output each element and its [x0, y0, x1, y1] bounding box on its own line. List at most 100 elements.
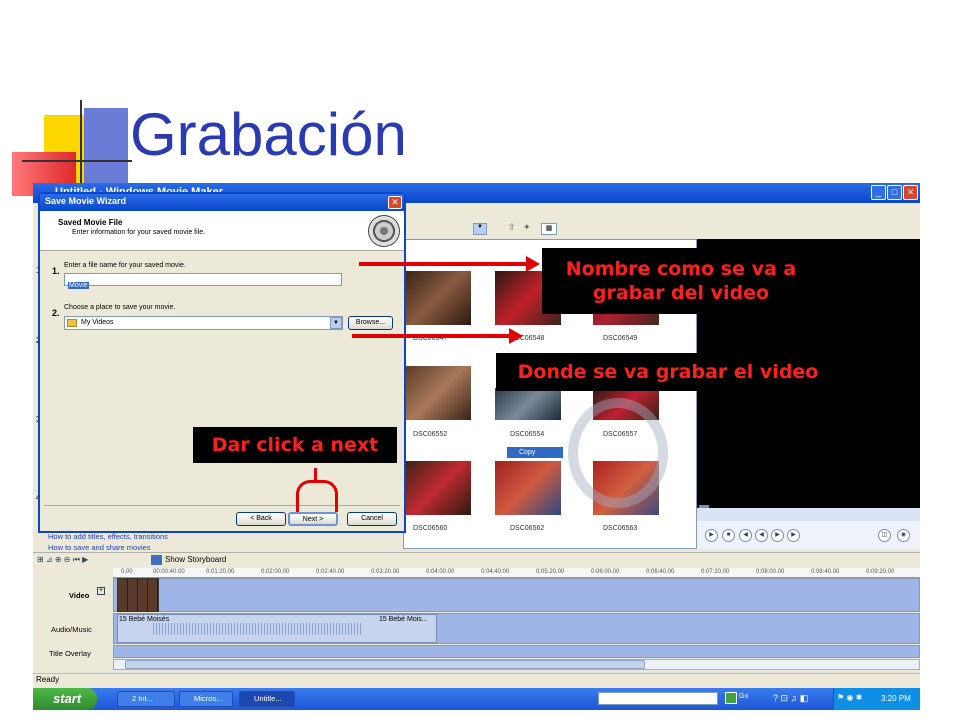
ruler-tick: 0:07:20.00 — [701, 569, 730, 575]
filename-value: Movie — [68, 282, 89, 289]
thumbnail-image[interactable] — [495, 388, 561, 420]
preview-seek-bar[interactable] — [697, 508, 920, 521]
status-bar — [33, 673, 920, 688]
video-track[interactable] — [113, 578, 920, 612]
ruler-tick: 0:06:00.00 — [591, 569, 620, 575]
ruler-tick: 0:06:40.00 — [646, 569, 675, 575]
ruler-tick: 0:08:00.00 — [756, 569, 785, 575]
cancel-button[interactable]: Cancel — [347, 512, 397, 526]
track-label-video: Video — [69, 591, 90, 600]
back-button[interactable]: < Back — [236, 512, 286, 526]
dialog-heading: Saved Movie File — [58, 218, 123, 227]
rewind-icon[interactable]: ◀ — [739, 529, 752, 542]
tray-icons[interactable]: ⚑ ◉ ✱ — [837, 693, 862, 702]
taskbar-item[interactable]: Micros... — [179, 691, 233, 707]
annotation-arrow-head — [526, 256, 540, 272]
dialog-title: Save Movie Wizard — [45, 196, 126, 206]
new-folder-icon[interactable]: ✦ — [523, 222, 531, 233]
audio-clip-label: 15 Bebé Moisés — [119, 616, 170, 623]
audio-waveform — [153, 623, 363, 635]
callout-next: Dar click a next — [193, 427, 397, 463]
collections-dropdown[interactable]: ▼ — [473, 223, 487, 235]
ruler-tick: 0:08:40.00 — [811, 569, 840, 575]
taskbar-clock: 3:20 PM — [881, 694, 911, 703]
track-label-audio: Audio/Music — [51, 625, 92, 634]
previous-frame-icon[interactable]: ◀ — [755, 529, 768, 542]
expand-video-track-icon[interactable]: + — [97, 587, 105, 595]
ruler-tick: 0:05:20.00 — [536, 569, 565, 575]
annotation-arrow — [352, 334, 510, 338]
status-text: Ready — [36, 675, 60, 684]
thumbnail-label: DSC06562 — [510, 525, 545, 532]
storyboard-icon[interactable] — [151, 555, 162, 565]
thumbnail-label: DSC06554 — [510, 431, 545, 438]
annotation-arrow — [359, 262, 527, 266]
stop-icon[interactable]: ■ — [722, 529, 735, 542]
title-overlay-track[interactable] — [113, 645, 920, 658]
annotation-arrow-head — [509, 328, 523, 344]
annotation-brace — [296, 480, 338, 512]
dialog-separator — [44, 505, 400, 506]
tasks-link-save[interactable]: How to save and share movies — [48, 543, 151, 552]
timeline-scrollbar-thumb[interactable] — [125, 660, 645, 669]
film-reel-watermark-icon — [568, 398, 668, 508]
thumbnail-image[interactable] — [405, 366, 471, 420]
dialog-subheading: Enter information for your saved movie f… — [72, 229, 206, 236]
film-reel-icon — [368, 215, 400, 247]
filename-input[interactable]: Movie — [64, 273, 342, 289]
go-arrow-icon[interactable] — [725, 692, 737, 704]
folder-icon — [67, 319, 77, 327]
slide-decoration-line — [22, 160, 132, 162]
up-folder-icon[interactable]: ⇧ — [508, 222, 516, 233]
thumbnail-label: DSC06552 — [413, 431, 448, 438]
timeline-tools-icon[interactable]: ⊞ ⊿ ⊕ ⊖ ⏮ ▶ — [37, 555, 88, 565]
forward-icon[interactable]: ▶ — [787, 529, 800, 542]
ruler-tick: 0:01:20.00 — [206, 569, 235, 575]
quick-launch-icons[interactable]: ? ⊡ ♫ ◧ — [773, 693, 808, 704]
ruler-tick: 0:02:40.00 — [316, 569, 345, 575]
show-storyboard-button[interactable]: Show Storyboard — [165, 555, 226, 564]
go-button[interactable]: Go — [739, 693, 748, 700]
snapshot-icon[interactable]: ◉ — [897, 529, 910, 542]
slide-decoration-line — [80, 100, 82, 195]
maximize-button[interactable]: □ — [887, 185, 902, 200]
dialog-close-icon[interactable]: ✕ — [388, 196, 402, 209]
ruler-tick: 0:03:20.00 — [371, 569, 400, 575]
callout-filename: Nombre como se va a grabar del video — [542, 248, 820, 314]
chevron-down-icon[interactable]: ▼ — [330, 317, 342, 329]
taskbar-item[interactable]: 2 Int... — [117, 691, 175, 707]
thumbnail-image[interactable] — [405, 271, 471, 325]
ruler-tick: 0:04:00.00 — [426, 569, 455, 575]
view-icon[interactable]: ▦ — [541, 223, 557, 235]
close-button[interactable]: ✕ — [903, 185, 918, 200]
next-button[interactable]: Next > — [288, 512, 338, 526]
ruler-tick: 00:00:40.00 — [153, 569, 185, 575]
start-button[interactable]: start — [33, 688, 97, 710]
step-number: 1. — [52, 266, 60, 276]
thumbnail-image[interactable] — [495, 461, 561, 515]
ruler-tick: 0:02:00.00 — [261, 569, 290, 575]
ruler-tick: 0.00 — [121, 569, 133, 575]
video-clip[interactable] — [117, 578, 159, 612]
browse-button[interactable]: Browse... — [348, 316, 393, 330]
split-icon[interactable]: ◫ — [878, 529, 891, 542]
step-number: 2. — [52, 308, 60, 318]
play-icon[interactable]: ▶ — [705, 529, 718, 542]
taskbar-item-active[interactable]: Untitle... — [239, 691, 295, 707]
thumbnail-label: DSC06560 — [413, 525, 448, 532]
thumbnail-image[interactable] — [405, 461, 471, 515]
taskbar-address-input[interactable] — [598, 692, 718, 705]
context-menu-copy[interactable]: Copy — [507, 447, 563, 458]
filename-label: Enter a file name for your saved movie. — [64, 262, 186, 269]
minimize-button[interactable]: _ — [871, 185, 886, 200]
location-select[interactable]: My Videos — [64, 316, 343, 330]
thumbnail-label: DSC06563 — [603, 525, 638, 532]
next-frame-icon[interactable]: ▶ — [771, 529, 784, 542]
slide-decoration-blue — [84, 108, 128, 192]
tasks-link-titles[interactable]: How to add titles, effects, transitions — [48, 532, 168, 541]
track-label-title-overlay: Title Overlay — [49, 649, 91, 658]
slide-title: Grabación — [130, 101, 407, 168]
thumbnail-label: DSC06549 — [603, 335, 638, 342]
callout-location: Donde se va grabar el video — [496, 353, 840, 391]
ruler-tick: 0:04:40.00 — [481, 569, 510, 575]
